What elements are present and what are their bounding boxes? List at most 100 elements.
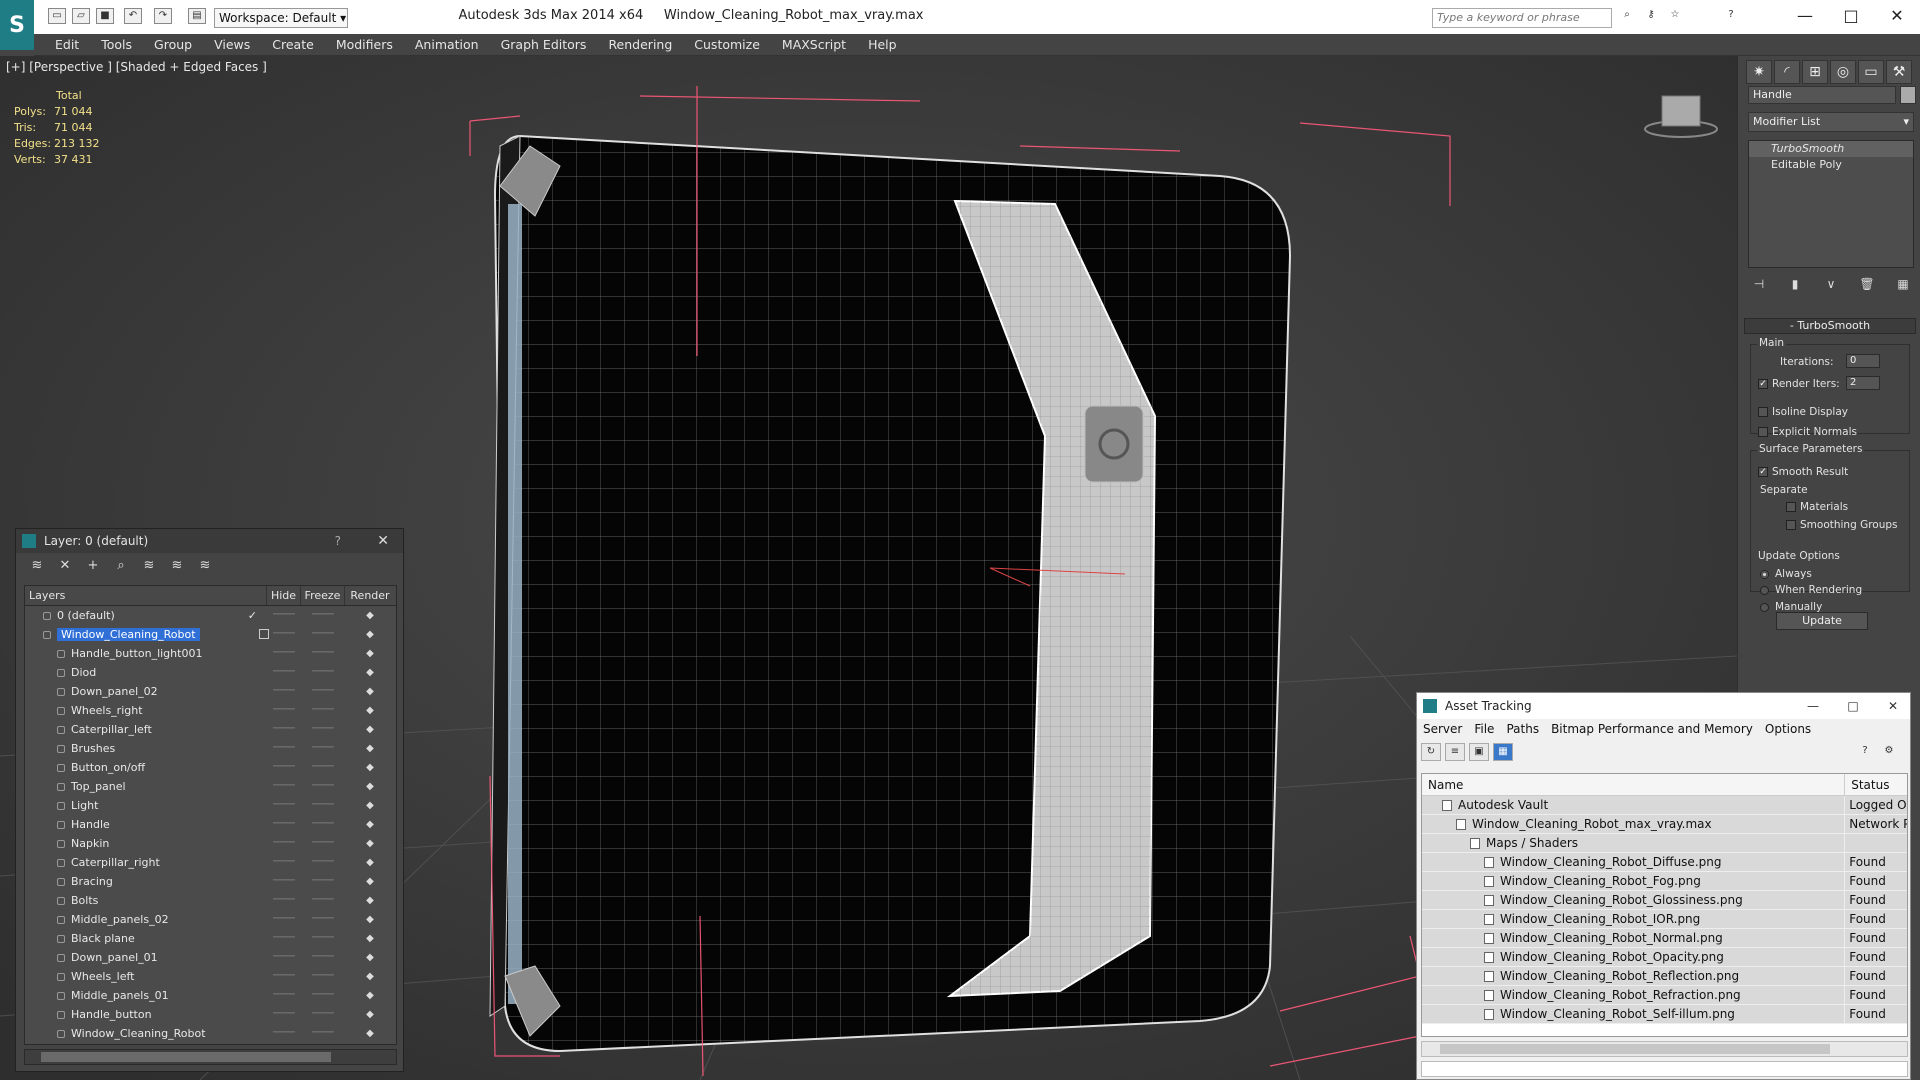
render-toggle-icon[interactable]: ◆ [345, 815, 395, 834]
select-objects-icon[interactable]: ⌕ [110, 557, 132, 575]
create-tab-icon[interactable]: ✷ [1746, 60, 1772, 84]
menu-animation[interactable]: Animation [404, 34, 490, 56]
layer-name-cell[interactable]: Caterpillar_left [25, 720, 267, 739]
layer-name-cell[interactable]: Wheels_left [25, 967, 267, 986]
render-iters-checkbox[interactable]: ✓ Render Iters: [1758, 378, 1840, 390]
menu-edit[interactable]: Edit [44, 34, 90, 56]
asset-name-cell[interactable]: Window_Cleaning_Robot_Refraction.png [1422, 986, 1846, 1004]
freeze-toggle[interactable]: ──── [301, 967, 345, 986]
render-toggle-icon[interactable]: ◆ [345, 891, 395, 910]
layer-row[interactable]: 0 (default) ✓ ──── ──── ◆ [25, 606, 396, 625]
minimize-button[interactable]: — [1782, 0, 1828, 32]
asset-maximize-button[interactable]: □ [1833, 693, 1873, 719]
freeze-toggle[interactable]: ──── [301, 625, 345, 644]
asset-row[interactable]: Window_Cleaning_Robot_Glossiness.png Foun… [1422, 891, 1907, 910]
hide-toggle[interactable]: ──── [267, 701, 301, 720]
asset-menu-file[interactable]: File [1468, 719, 1500, 739]
asset-name-cell[interactable]: Window_Cleaning_Robot_Reflection.png [1422, 967, 1846, 985]
freeze-toggle[interactable]: ──── [301, 891, 345, 910]
layer-name-cell[interactable]: Caterpillar_right [25, 853, 267, 872]
layer-row[interactable]: Brushes ──── ──── ◆ [25, 739, 396, 758]
freeze-toggle[interactable]: ──── [301, 663, 345, 682]
render-toggle-icon[interactable]: ◆ [345, 606, 395, 625]
render-iters-spinner[interactable]: 2 [1846, 376, 1880, 390]
render-toggle-icon[interactable]: ◆ [345, 929, 395, 948]
render-toggle-icon[interactable]: ◆ [345, 1024, 395, 1043]
freeze-toggle[interactable]: ──── [301, 1024, 345, 1043]
close-button[interactable]: ✕ [1874, 0, 1920, 32]
layer-row[interactable]: Caterpillar_right ──── ──── ◆ [25, 853, 396, 872]
layer-name-cell[interactable]: Middle_panels_01 [25, 986, 267, 1005]
layer-name-cell[interactable]: Diod [25, 663, 267, 682]
layer-row[interactable]: Handle_button_light001 ──── ──── ◆ [25, 644, 396, 663]
remove-modifier-icon[interactable]: 🗑 [1856, 274, 1878, 294]
render-toggle-icon[interactable]: ◆ [345, 777, 395, 796]
add-to-layer-icon[interactable]: + [82, 557, 104, 575]
display-tab-icon[interactable]: ▭ [1858, 60, 1884, 84]
hide-toggle[interactable]: ──── [267, 644, 301, 663]
render-toggle-icon[interactable]: ◆ [345, 663, 395, 682]
asset-menu-paths[interactable]: Paths [1500, 719, 1545, 739]
render-toggle-icon[interactable]: ◆ [345, 948, 395, 967]
asset-row[interactable]: Window_Cleaning_Robot_Opacity.png Found [1422, 948, 1907, 967]
create-layer-icon[interactable]: ≋ [26, 557, 48, 575]
layer-name-cell[interactable]: Bracing [25, 872, 267, 891]
asset-minimize-button[interactable]: — [1793, 693, 1833, 719]
asset-close-button[interactable]: ✕ [1873, 693, 1913, 719]
render-toggle-icon[interactable]: ◆ [345, 758, 395, 777]
thumbnail-view-icon[interactable]: ▣ [1469, 743, 1489, 761]
asset-name-cell[interactable]: Window_Cleaning_Robot_Opacity.png [1422, 948, 1846, 966]
freeze-toggle[interactable]: ──── [301, 929, 345, 948]
layer-name-cell[interactable]: Window_Cleaning_Robot [25, 1024, 267, 1043]
hide-toggle[interactable]: ──── [267, 606, 301, 625]
asset-row[interactable]: Window_Cleaning_Robot_Diffuse.png Found [1422, 853, 1907, 872]
highlight-layer-icon[interactable]: ≋ [138, 557, 160, 575]
render-toggle-icon[interactable]: ◆ [345, 872, 395, 891]
asset-name-cell[interactable]: Window_Cleaning_Robot_Glossiness.png [1422, 891, 1846, 909]
menu-modifiers[interactable]: Modifiers [325, 34, 404, 56]
layer-window-titlebar[interactable]: Layer: 0 (default) ? ✕ [16, 529, 403, 553]
hide-toggle[interactable]: ──── [267, 1005, 301, 1024]
hide-toggle[interactable]: ──── [267, 625, 301, 644]
hide-toggle[interactable]: ──── [267, 948, 301, 967]
render-toggle-icon[interactable]: ◆ [345, 967, 395, 986]
layer-name-cell[interactable]: Wheels_right [25, 701, 267, 720]
freeze-toggle[interactable]: ──── [301, 682, 345, 701]
object-color-swatch[interactable] [1900, 86, 1916, 104]
hide-toggle[interactable]: ──── [267, 796, 301, 815]
freeze-toggle[interactable]: ──── [301, 1005, 345, 1024]
asset-name-cell[interactable]: Window_Cleaning_Robot_Normal.png [1422, 929, 1846, 947]
hide-toggle[interactable]: ──── [267, 834, 301, 853]
freeze-toggle[interactable]: ──── [301, 815, 345, 834]
asset-row[interactable]: Window_Cleaning_Robot_Normal.png Found [1422, 929, 1907, 948]
layer-row[interactable]: Handle_button ──── ──── ◆ [25, 1005, 396, 1024]
layer-name-cell[interactable]: Bolts [25, 891, 267, 910]
layer-row[interactable]: Top_panel ──── ──── ◆ [25, 777, 396, 796]
hide-toggle[interactable]: ──── [267, 1024, 301, 1043]
asset-row[interactable]: Window_Cleaning_Robot_max_vray.max Networ… [1422, 815, 1907, 834]
freeze-toggle[interactable]: ──── [301, 777, 345, 796]
freeze-toggle[interactable]: ──── [301, 834, 345, 853]
asset-window-titlebar[interactable]: Asset Tracking — □ ✕ [1417, 693, 1910, 719]
layer-row[interactable]: Black plane ──── ──── ◆ [25, 929, 396, 948]
stack-item-turbosmooth[interactable]: TurboSmooth [1749, 141, 1913, 157]
layer-row[interactable]: Wheels_left ──── ──── ◆ [25, 967, 396, 986]
freeze-toggle[interactable]: ──── [301, 986, 345, 1005]
layer-row[interactable]: Diod ──── ──── ◆ [25, 663, 396, 682]
asset-row[interactable]: Window_Cleaning_Robot_Refraction.png Foun… [1422, 986, 1907, 1005]
layer-row[interactable]: Middle_panels_02 ──── ──── ◆ [25, 910, 396, 929]
render-toggle-icon[interactable]: ◆ [345, 682, 395, 701]
stack-item-editable-poly[interactable]: Editable Poly [1749, 157, 1913, 173]
asset-row[interactable]: Window_Cleaning_Robot_Fog.png Found [1422, 872, 1907, 891]
asset-horizontal-scrollbar[interactable] [1421, 1041, 1908, 1057]
iterations-spinner[interactable]: 0 [1846, 354, 1880, 368]
layer-row[interactable]: Down_panel_01 ──── ──── ◆ [25, 948, 396, 967]
render-toggle-icon[interactable]: ◆ [345, 1005, 395, 1024]
viewport-label[interactable]: [+] [Perspective ] [Shaded + Edged Faces… [6, 60, 267, 74]
layer-close-button[interactable]: ✕ [377, 529, 389, 553]
isoline-checkbox[interactable]: Isoline Display [1758, 406, 1848, 418]
layer-row[interactable]: Button_on/off ──── ──── ◆ [25, 758, 396, 777]
layer-name-cell[interactable]: Napkin [25, 834, 267, 853]
hide-toggle[interactable]: ──── [267, 929, 301, 948]
hide-all-layers-icon[interactable]: ≋ [166, 557, 188, 575]
